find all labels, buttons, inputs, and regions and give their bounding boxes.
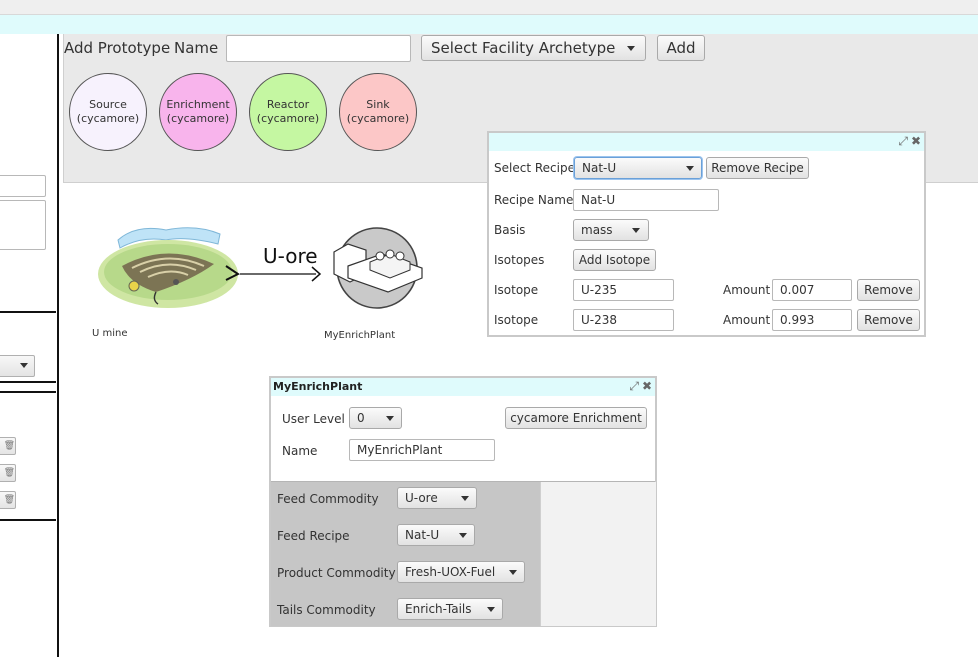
chevron-down-icon	[509, 570, 517, 575]
mine-node-label: U mine	[92, 328, 128, 339]
left-panel: 🗑 🗑 🗑	[0, 34, 59, 657]
left-panel-select[interactable]	[0, 355, 35, 377]
left-panel-input[interactable]	[0, 175, 46, 197]
remove-recipe-button[interactable]: Remove Recipe	[706, 157, 809, 179]
archetype-source[interactable]: Source (cycamore)	[69, 73, 147, 151]
chevron-down-icon	[627, 46, 635, 51]
archetype-sink[interactable]: Sink (cycamore)	[339, 73, 417, 151]
archetype-enrichment[interactable]: Enrichment (cycamore)	[159, 73, 237, 151]
enrich-node-label: MyEnrichPlant	[324, 330, 396, 341]
basis-select[interactable]: mass	[573, 219, 649, 241]
commodity-link[interactable]: U-ore	[240, 244, 328, 284]
isotope-input[interactable]: U-235	[573, 279, 674, 301]
tails-commodity-select[interactable]: Enrich-Tails	[397, 598, 503, 620]
chevron-down-icon	[386, 416, 394, 421]
amount-input[interactable]: 0.007	[772, 279, 852, 301]
facility-window-title: MyEnrichPlant	[273, 380, 363, 393]
parameter-side-panel	[540, 482, 656, 626]
archetype-lib: (cycamore)	[76, 112, 140, 125]
feed-recipe-label: Feed Recipe	[277, 529, 350, 543]
close-icon[interactable]: ✖	[642, 379, 652, 393]
trash-icon[interactable]: 🗑	[0, 491, 16, 509]
chevron-down-icon	[459, 533, 467, 538]
recipe-name-input[interactable]: Nat-U	[573, 189, 719, 211]
archetype-name: Source	[89, 98, 127, 111]
left-panel-textarea[interactable]	[0, 200, 46, 250]
top-bar	[0, 0, 978, 15]
factory-icon	[333, 227, 423, 309]
user-level-label: User Level	[282, 412, 345, 426]
archetype-lib: (cycamore)	[256, 112, 320, 125]
feed-commodity-select[interactable]: U-ore	[397, 487, 477, 509]
feed-commodity-label: Feed Commodity	[277, 492, 379, 506]
uranium-mine-node[interactable]	[96, 222, 242, 312]
tails-commodity-value: Enrich-Tails	[405, 602, 472, 616]
add-button[interactable]: Add	[657, 35, 705, 61]
archetype-name: Sink	[366, 98, 390, 111]
add-isotope-button[interactable]: Add Isotope	[573, 249, 656, 271]
name-label: Name	[174, 39, 219, 57]
isotope-label: Isotope	[494, 283, 539, 297]
remove-isotope-button[interactable]: Remove	[857, 279, 920, 301]
feed-recipe-value: Nat-U	[405, 528, 440, 542]
feed-commodity-value: U-ore	[405, 491, 438, 505]
isotope-input[interactable]: U-238	[573, 309, 674, 331]
chevron-down-icon	[461, 496, 469, 501]
facility-name-input[interactable]: MyEnrichPlant	[349, 439, 495, 461]
expand-icon[interactable]: ⤢	[898, 134, 908, 148]
link-label: U-ore	[263, 244, 318, 268]
expand-icon[interactable]: ⤢	[629, 379, 639, 393]
amount-input[interactable]: 0.993	[772, 309, 852, 331]
amount-label: Amount	[723, 283, 771, 297]
prototype-name-input[interactable]	[226, 35, 411, 62]
close-icon[interactable]: ✖	[911, 134, 921, 148]
title-strip	[0, 15, 978, 34]
left-panel-list: 🗑 🗑 🗑	[0, 391, 56, 521]
left-panel-section	[0, 311, 56, 383]
archetype-reactor[interactable]: Reactor (cycamore)	[249, 73, 327, 151]
trash-icon[interactable]: 🗑	[0, 464, 16, 482]
isotopes-label: Isotopes	[494, 253, 545, 267]
archetype-button[interactable]: cycamore Enrichment	[505, 407, 647, 429]
select-recipe-label: Select Recipe	[494, 161, 575, 175]
chevron-down-icon	[20, 363, 28, 368]
archetype-lib: (cycamore)	[166, 112, 230, 125]
facility-name-label: Name	[282, 444, 318, 458]
recipe-name-label: Recipe Name	[494, 193, 574, 207]
remove-isotope-button[interactable]: Remove	[857, 309, 920, 331]
recipe-window: ⤢ ✖ Select Recipe Nat-U Remove Recipe Re…	[487, 131, 926, 337]
archetype-select[interactable]: Select Facility Archetype	[421, 35, 646, 61]
product-commodity-select[interactable]: Fresh-UOX-Fuel	[397, 561, 525, 583]
user-level-value: 0	[357, 411, 365, 425]
facility-window: MyEnrichPlant ⤢ ✖ User Level 0 cycamore …	[269, 376, 657, 627]
archetype-name: Enrichment	[166, 98, 230, 111]
add-prototype-label: Add Prototype	[64, 39, 171, 57]
recipe-window-titlebar[interactable]: ⤢ ✖	[489, 133, 924, 151]
tails-commodity-label: Tails Commodity	[277, 603, 376, 617]
feed-recipe-select[interactable]: Nat-U	[397, 524, 475, 546]
chevron-down-icon	[487, 607, 495, 612]
product-commodity-value: Fresh-UOX-Fuel	[405, 565, 496, 579]
user-level-select[interactable]: 0	[349, 407, 402, 429]
chevron-down-icon	[632, 228, 640, 233]
basis-label: Basis	[494, 223, 526, 237]
chevron-down-icon	[686, 166, 694, 171]
amount-label: Amount	[723, 313, 771, 327]
recipe-select-value: Nat-U	[582, 161, 617, 175]
archetype-name: Reactor	[266, 98, 310, 111]
facility-window-titlebar[interactable]: MyEnrichPlant ⤢ ✖	[271, 378, 655, 396]
trash-icon[interactable]: 🗑	[0, 437, 16, 455]
enrich-plant-node[interactable]	[330, 226, 426, 310]
archetype-lib: (cycamore)	[346, 112, 410, 125]
parameter-area: Feed Commodity U-ore Feed Recipe Nat-U P…	[271, 481, 656, 626]
archetype-select-label: Select Facility Archetype	[431, 39, 616, 57]
basis-select-value: mass	[581, 223, 613, 237]
product-commodity-label: Product Commodity	[277, 566, 396, 580]
mine-icon	[98, 227, 240, 308]
isotope-label: Isotope	[494, 313, 539, 327]
recipe-select[interactable]: Nat-U	[574, 157, 702, 179]
